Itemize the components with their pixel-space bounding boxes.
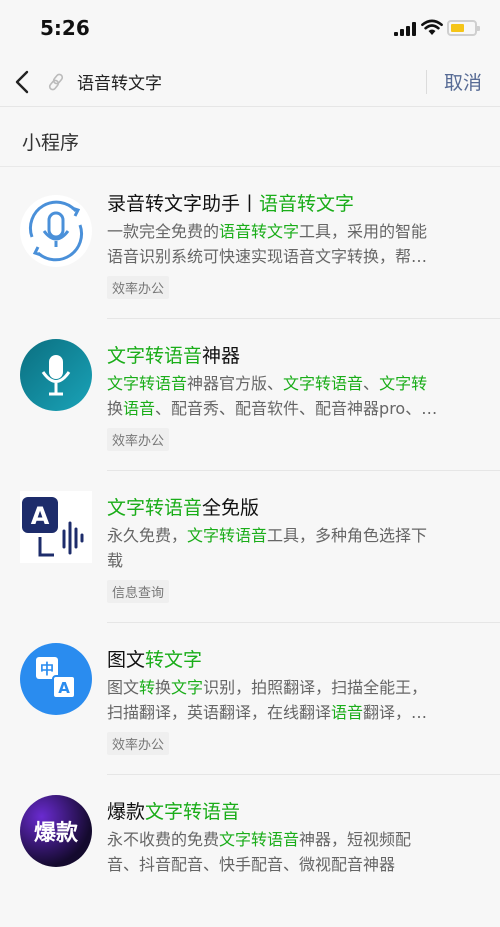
microphone-refresh-icon	[20, 195, 92, 267]
result-item[interactable]: 中 A 图文转文字 图文转换文字识别，拍照翻译，扫描全能王， 扫描翻译，英语翻译…	[0, 623, 500, 775]
result-description: 图文转换文字识别，拍照翻译，扫描全能王， 扫描翻译，英语翻译，在线翻译语音翻译，…	[107, 678, 428, 722]
result-title: 录音转文字助手丨语音转文字	[107, 193, 355, 215]
translate-icon: 中 A	[20, 643, 92, 715]
category-tag: 效率办公	[107, 276, 170, 299]
result-title: 图文转文字	[107, 649, 203, 671]
microphone-icon	[20, 339, 92, 411]
result-description: 一款完全免费的语音转文字工具，采用的智能 语音识别系统可快速实现语音文字转换，帮…	[107, 222, 428, 266]
category-tag: 效率办公	[107, 428, 170, 451]
result-item[interactable]: 文字转语音神器 文字转语音神器官方版、文字转语音、文字转 换语音、配音秀、配音软…	[0, 319, 500, 471]
baokuan-logo-icon: 爆款	[20, 795, 92, 867]
text-to-audio-icon: A	[20, 491, 92, 563]
cellular-signal-icon	[394, 22, 416, 36]
result-title: 文字转语音全免版	[107, 497, 260, 519]
category-tag: 效率办公	[107, 732, 170, 755]
battery-icon	[447, 20, 480, 36]
category-tag: 信息查询	[107, 580, 170, 603]
wifi-icon	[421, 19, 443, 35]
search-input[interactable]: 语音转文字	[77, 69, 162, 94]
result-item[interactable]: 爆款 爆款文字转语音 永不收费的免费文字转语音神器，短视频配 音、抖音配音、快手…	[0, 775, 500, 927]
result-description: 永久免费，文字转语音工具，多种角色选择下 载	[107, 526, 428, 570]
back-arrow-icon[interactable]	[10, 68, 34, 96]
logo-text: 爆款	[33, 821, 78, 846]
result-description: 文字转语音神器官方版、文字转语音、文字转 换语音、配音秀、配音软件、配音神器pr…	[107, 374, 438, 418]
divider	[426, 70, 427, 94]
status-time: 5:26	[40, 16, 90, 40]
result-title: 爆款文字转语音	[107, 801, 241, 823]
search-header: 语音转文字 取消	[0, 58, 500, 107]
svg-text:中: 中	[40, 661, 54, 678]
result-title: 文字转语音神器	[107, 345, 241, 367]
svg-text:A: A	[31, 502, 50, 530]
cancel-button[interactable]: 取消	[444, 68, 482, 95]
result-description: 永不收费的免费文字转语音神器，短视频配 音、抖音配音、快手配音、微视配音神器	[107, 830, 412, 874]
svg-text:A: A	[58, 679, 70, 697]
section-title: 小程序	[22, 132, 80, 154]
result-item[interactable]: A 文字转语音全免版 永久免费，文字转语音工具，多种角色选择下 载 信息查询	[0, 471, 500, 623]
result-item[interactable]: 录音转文字助手丨语音转文字 一款完全免费的语音转文字工具，采用的智能 语音识别系…	[0, 167, 500, 319]
link-icon	[48, 73, 64, 91]
status-bar: 5:26	[0, 0, 500, 58]
